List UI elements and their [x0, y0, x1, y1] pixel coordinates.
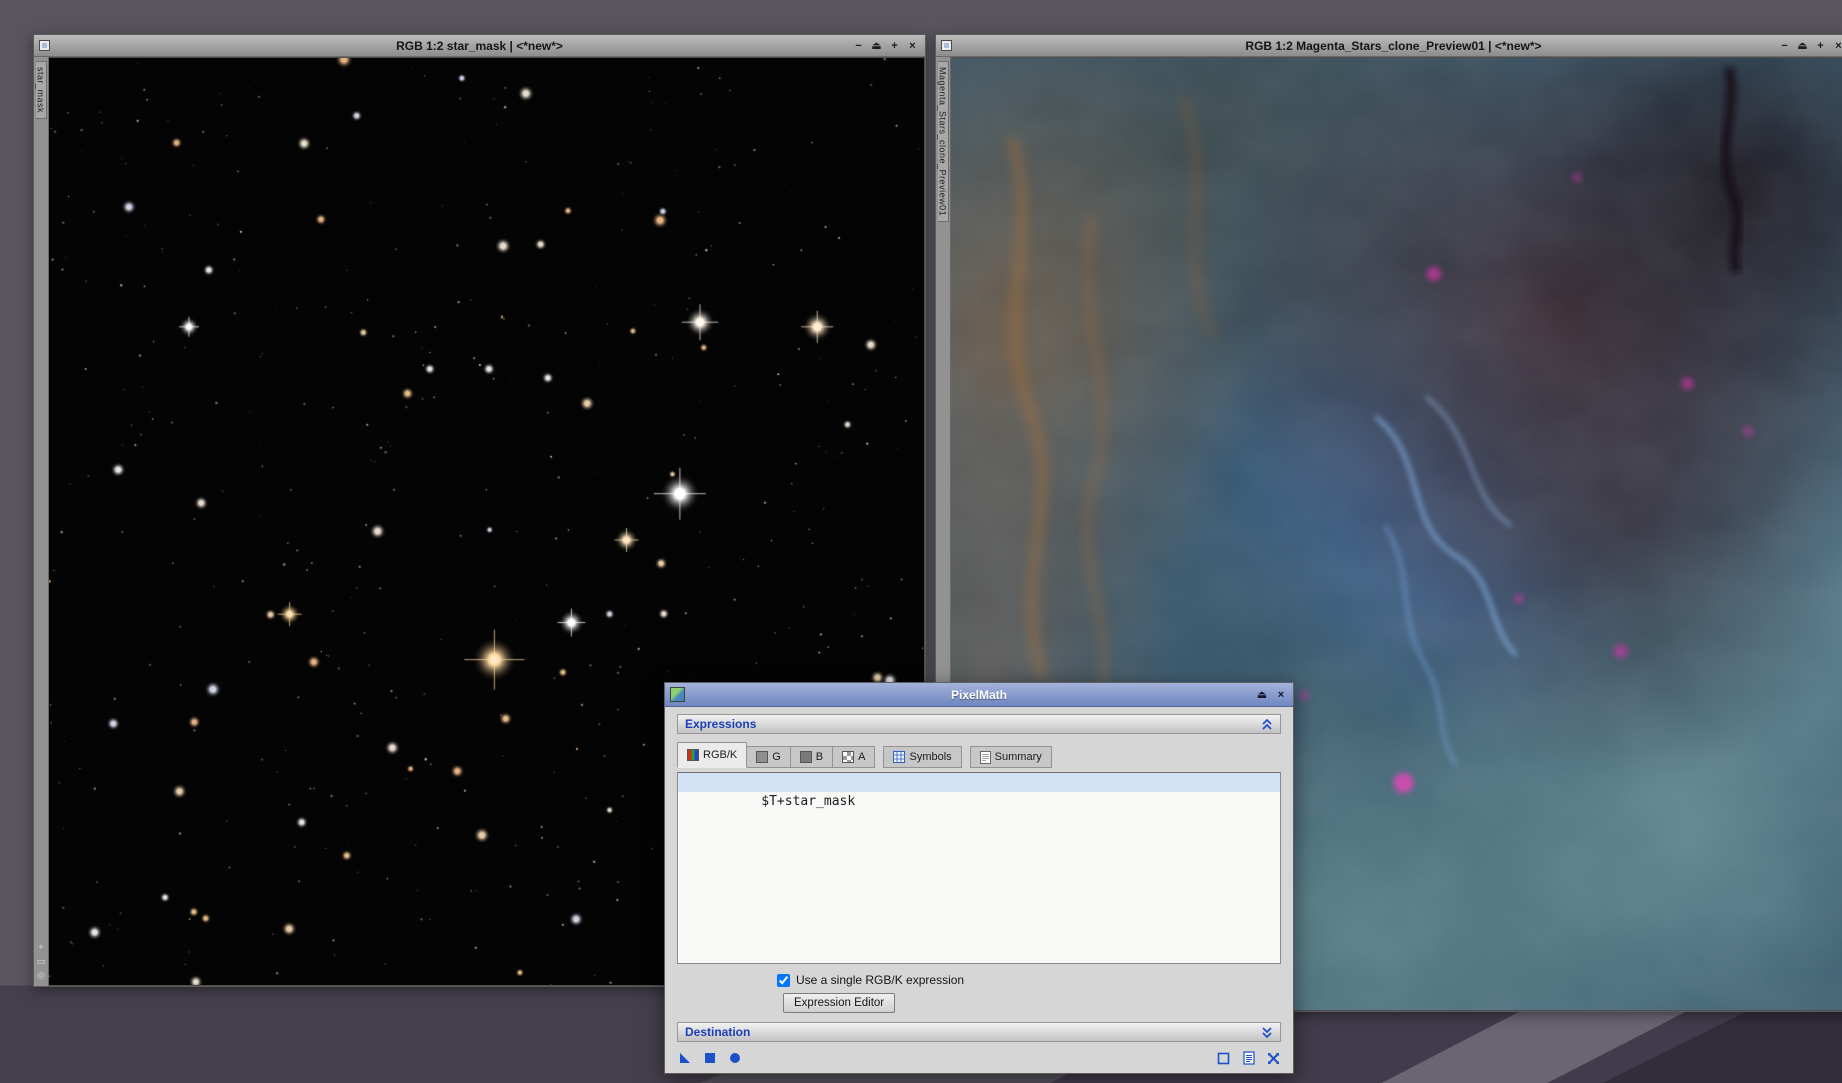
single-rgbk-checkbox[interactable]	[777, 973, 790, 987]
desktop: RGB 1:2 star_mask | <*new*> − ⏏ + × star…	[0, 0, 1842, 1083]
blue-channel-icon	[799, 751, 812, 763]
image-selector-tab[interactable]: star_mask	[35, 61, 47, 120]
tab-summary[interactable]: Summary	[969, 746, 1052, 768]
expression-line: $T+star_mask	[678, 773, 1280, 809]
dialog-title: PixelMath	[950, 687, 1007, 702]
close-button[interactable]: ×	[1274, 686, 1288, 704]
zoom-button[interactable]: +	[1813, 37, 1828, 55]
rgb-channels-icon	[687, 749, 699, 761]
expression-editor-button[interactable]: Expression Editor	[783, 993, 896, 1013]
expression-text: $T+star_mask	[761, 794, 856, 809]
tab-symbols[interactable]: Symbols	[883, 746, 962, 768]
shade-button[interactable]: ⏏	[1795, 37, 1810, 55]
tab-g[interactable]: G	[747, 746, 791, 768]
dialog-toolbar	[677, 1049, 1281, 1067]
image-side-strip: star_mask + ▭ ◎	[34, 57, 49, 986]
destination-section-label: Destination	[685, 1025, 751, 1039]
new-instance-icon[interactable]	[677, 1051, 692, 1066]
expressions-section-label: Expressions	[685, 717, 757, 731]
apply-global-icon[interactable]	[727, 1051, 742, 1066]
pixelmath-dialog: PixelMath ⏏ × Expressions RGB/K G B A Sy…	[664, 682, 1294, 1074]
alpha-channel-icon	[842, 751, 855, 763]
single-rgbk-label: Use a single RGB/K expression	[796, 973, 965, 987]
minimize-button[interactable]: −	[1777, 37, 1792, 55]
titlebar[interactable]: RGB 1:2 Magenta_Stars_clone_Preview01 | …	[936, 35, 1842, 57]
window-menu-icon[interactable]	[941, 40, 952, 51]
expressions-section-header[interactable]: Expressions	[677, 714, 1281, 734]
titlebar[interactable]: RGB 1:2 star_mask | <*new*> − ⏏ + ×	[34, 35, 925, 57]
expression-tabs: RGB/K G B A Symbols Summary	[677, 742, 1281, 768]
green-channel-icon	[756, 751, 769, 763]
reset-icon[interactable]	[1266, 1051, 1281, 1066]
real-time-preview-icon[interactable]	[1216, 1051, 1231, 1066]
shade-button[interactable]: ⏏	[1255, 686, 1269, 704]
apply-icon[interactable]	[702, 1051, 717, 1066]
window-title: RGB 1:2 star_mask | <*new*>	[396, 38, 563, 53]
tab-a[interactable]: A	[833, 746, 876, 768]
pixelmath-icon	[670, 687, 685, 702]
minimize-button[interactable]: −	[851, 37, 866, 55]
expression-editor-area[interactable]: $T+star_mask	[677, 772, 1281, 964]
window-title: RGB 1:2 Magenta_Stars_clone_Preview01 | …	[1245, 38, 1542, 53]
crosshair-icon[interactable]: +	[38, 943, 43, 952]
symbols-grid-icon	[893, 751, 906, 763]
dialog-titlebar[interactable]: PixelMath ⏏ ×	[665, 683, 1293, 707]
zoom-button[interactable]: +	[887, 37, 902, 55]
frame-icon[interactable]: ▭	[37, 957, 46, 966]
close-button[interactable]: ×	[1831, 37, 1842, 55]
destination-section-header[interactable]: Destination	[677, 1022, 1281, 1042]
tab-b[interactable]: B	[790, 746, 834, 768]
summary-page-icon	[979, 750, 991, 764]
image-selector-tab[interactable]: Magenta_Stars_clone_Preview01	[937, 61, 949, 223]
close-button[interactable]: ×	[905, 37, 920, 55]
collapse-section-icon[interactable]	[1261, 718, 1273, 730]
tab-rgbk[interactable]: RGB/K	[677, 742, 748, 768]
expand-section-icon[interactable]	[1261, 1026, 1273, 1038]
shade-button[interactable]: ⏏	[869, 37, 884, 55]
browse-documentation-icon[interactable]	[1241, 1051, 1256, 1066]
target-icon[interactable]: ◎	[37, 971, 45, 980]
window-menu-icon[interactable]	[39, 40, 50, 51]
